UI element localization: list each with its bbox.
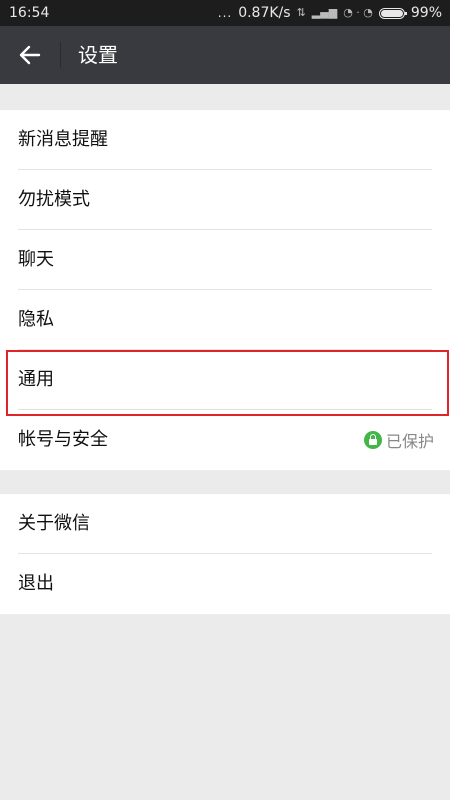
- status-bar: 16:54 ... 0.87K/s ⇅ ▂▄▆ ◔ · ◔ 99%: [0, 0, 450, 26]
- arrow-left-icon: [19, 45, 41, 65]
- protection-status-label: 已保护: [385, 432, 434, 451]
- lock-icon: [363, 431, 382, 449]
- settings-item-label: 聊天: [18, 249, 54, 270]
- settings-group-main: 新消息提醒 勿扰模式 聊天 隐私 通用 帐号与安全 已保护: [0, 110, 450, 470]
- settings-item-chat[interactable]: 聊天: [0, 230, 450, 290]
- settings-group-secondary: 关于微信 退出: [0, 494, 450, 614]
- network-speed: 0.87K/s: [238, 5, 291, 21]
- settings-item-about[interactable]: 关于微信: [0, 494, 450, 554]
- settings-item-label: 通用: [18, 369, 54, 390]
- settings-item-label: 新消息提醒: [18, 129, 108, 150]
- nav-bar: 设置: [0, 26, 450, 84]
- settings-item-account-security[interactable]: 帐号与安全 已保护: [0, 410, 450, 470]
- notification-dots: ...: [217, 6, 233, 20]
- alarm-icon: ◔ · ◔: [343, 6, 373, 19]
- battery-percent: 99%: [410, 5, 442, 21]
- settings-item-label: 退出: [18, 573, 54, 594]
- network-icon: ▂▄▆: [311, 6, 338, 19]
- settings-item-notifications[interactable]: 新消息提醒: [0, 110, 450, 170]
- settings-item-privacy[interactable]: 隐私: [0, 290, 450, 350]
- status-time: 16:54: [9, 5, 50, 21]
- page-title: 设置: [78, 43, 118, 67]
- protection-status: 已保护: [363, 410, 434, 470]
- settings-item-general[interactable]: 通用: [0, 350, 450, 410]
- nav-divider: [60, 42, 61, 68]
- battery-icon: [378, 7, 407, 19]
- signal-icon: ⇅: [296, 6, 306, 19]
- settings-item-label: 隐私: [18, 309, 54, 330]
- status-right: ... 0.87K/s ⇅ ▂▄▆ ◔ · ◔ 99%: [218, 4, 442, 22]
- settings-item-label: 勿扰模式: [18, 189, 90, 210]
- settings-item-label: 关于微信: [18, 513, 90, 534]
- settings-item-do-not-disturb[interactable]: 勿扰模式: [0, 170, 450, 230]
- settings-item-logout[interactable]: 退出: [0, 554, 450, 614]
- back-button[interactable]: [0, 26, 60, 84]
- settings-item-label: 帐号与安全: [18, 429, 108, 450]
